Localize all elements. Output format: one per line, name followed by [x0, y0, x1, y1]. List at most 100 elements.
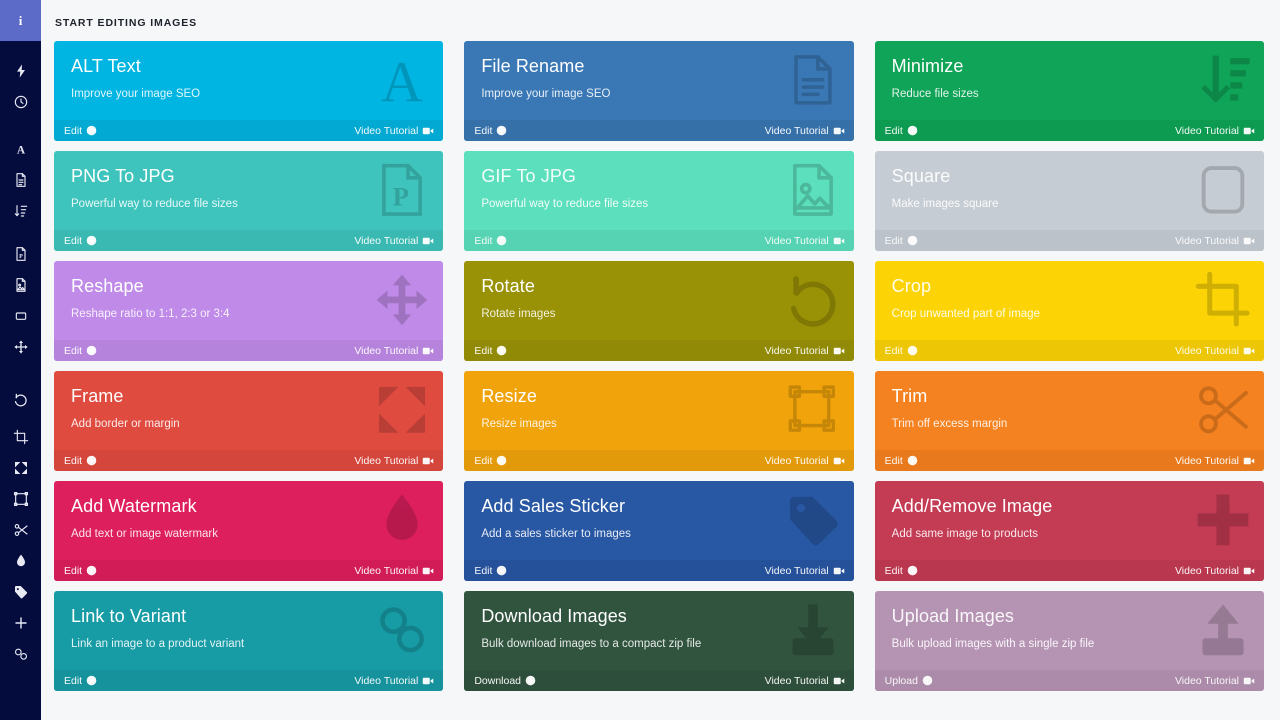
tool-card-add-watermark[interactable]: Add WatermarkAdd text or image watermark… [54, 481, 443, 581]
sidebar-item-bolt[interactable] [0, 55, 41, 86]
arrow-circle-icon [86, 455, 97, 466]
card-action-link[interactable]: Edit [64, 675, 97, 687]
card-action-label: Edit [474, 235, 492, 247]
sidebar-item-crop[interactable] [0, 421, 41, 452]
tool-card-link-to-variant[interactable]: Link to VariantLink an image to a produc… [54, 591, 443, 691]
card-tutorial-link[interactable]: Video Tutorial [765, 675, 845, 687]
card-tutorial-link[interactable]: Video Tutorial [1175, 675, 1255, 687]
sidebar-item-png-to-jpg[interactable]: P [0, 238, 41, 269]
tool-card-gif-to-jpg[interactable]: GIF To JPGPowerful way to reduce file si… [464, 151, 853, 251]
card-action-label: Edit [885, 125, 903, 137]
card-tutorial-link[interactable]: Video Tutorial [354, 565, 434, 577]
tool-card-alt-text[interactable]: AALT TextImprove your image SEOEditVideo… [54, 41, 443, 141]
tool-card-minimize[interactable]: MinimizeReduce file sizesEditVideo Tutor… [875, 41, 1264, 141]
card-subtitle: Improve your image SEO [71, 88, 427, 102]
card-tutorial-link[interactable]: Video Tutorial [1175, 235, 1255, 247]
square-icon [13, 308, 29, 324]
arrow-circle-icon [86, 235, 97, 246]
sidebar-item-clock[interactable] [0, 86, 41, 117]
card-tutorial-link[interactable]: Video Tutorial [1175, 345, 1255, 357]
card-action-link[interactable]: Edit [474, 455, 507, 467]
tool-card-add-remove-image[interactable]: Add/Remove ImageAdd same image to produc… [875, 481, 1264, 581]
tool-card-add-sales-sticker[interactable]: Add Sales StickerAdd a sales sticker to … [464, 481, 853, 581]
card-title: Trim [892, 387, 1248, 407]
sidebar-item-square[interactable] [0, 300, 41, 331]
card-action-link[interactable]: Download [474, 675, 536, 687]
sidebar-item-minimize[interactable] [0, 195, 41, 226]
sidebar-item-gif-to-jpg[interactable] [0, 269, 41, 300]
card-title: Add/Remove Image [892, 497, 1248, 517]
card-action-link[interactable]: Edit [885, 125, 918, 137]
tool-card-file-rename[interactable]: File RenameImprove your image SEOEditVid… [464, 41, 853, 141]
card-subtitle: Crop unwanted part of image [892, 308, 1248, 322]
card-body: FrameAdd border or margin [54, 371, 443, 450]
card-footer: Upload Video Tutorial [875, 670, 1264, 691]
sidebar-brand-button[interactable]: i [0, 0, 41, 41]
card-tutorial-link[interactable]: Video Tutorial [765, 345, 845, 357]
sidebar-item-resize[interactable] [0, 483, 41, 514]
card-title: Link to Variant [71, 607, 427, 627]
card-tutorial-link[interactable]: Video Tutorial [1175, 125, 1255, 137]
tool-card-download-images[interactable]: Download ImagesBulk download images to a… [464, 591, 853, 691]
card-action-link[interactable]: Edit [885, 455, 918, 467]
tool-card-upload-images[interactable]: Upload ImagesBulk upload images with a s… [875, 591, 1264, 691]
minimize-icon [13, 203, 29, 219]
video-camera-icon [833, 675, 845, 687]
card-action-link[interactable]: Edit [64, 455, 97, 467]
gif-to-jpg-icon [13, 277, 29, 293]
tool-card-png-to-jpg[interactable]: PPNG To JPGPowerful way to reduce file s… [54, 151, 443, 251]
card-tutorial-label: Video Tutorial [765, 675, 829, 687]
card-action-link[interactable]: Edit [885, 345, 918, 357]
tool-card-crop[interactable]: CropCrop unwanted part of imageEditVideo… [875, 261, 1264, 361]
card-tutorial-link[interactable]: Video Tutorial [765, 235, 845, 247]
card-tutorial-link[interactable]: Video Tutorial [765, 455, 845, 467]
sidebar-item-trim-scissors[interactable] [0, 514, 41, 545]
card-action-link[interactable]: Edit [64, 565, 97, 577]
card-action-label: Upload [885, 675, 918, 687]
sidebar-item-file-rename[interactable] [0, 164, 41, 195]
card-tutorial-link[interactable]: Video Tutorial [1175, 565, 1255, 577]
arrow-circle-icon [496, 345, 507, 356]
card-tutorial-label: Video Tutorial [354, 345, 418, 357]
card-action-link[interactable]: Edit [885, 235, 918, 247]
card-tutorial-link[interactable]: Video Tutorial [354, 235, 434, 247]
card-subtitle: Powerful way to reduce file sizes [71, 198, 427, 212]
trim-scissors-icon [13, 522, 29, 538]
sidebar-item-plus[interactable] [0, 607, 41, 638]
card-footer: Edit Video Tutorial [464, 450, 853, 471]
card-tutorial-link[interactable]: Video Tutorial [765, 125, 845, 137]
card-tutorial-link[interactable]: Video Tutorial [354, 455, 434, 467]
tool-card-square[interactable]: SquareMake images squareEditVideo Tutori… [875, 151, 1264, 251]
card-tutorial-link[interactable]: Video Tutorial [765, 565, 845, 577]
sidebar-item-watermark-drop[interactable] [0, 545, 41, 576]
card-action-link[interactable]: Edit [64, 235, 97, 247]
sidebar-item-sales-tag[interactable] [0, 576, 41, 607]
sidebar-item-rotate[interactable] [0, 384, 41, 415]
card-action-link[interactable]: Edit [64, 345, 97, 357]
card-action-link[interactable]: Edit [474, 235, 507, 247]
card-tutorial-label: Video Tutorial [765, 565, 829, 577]
card-action-link[interactable]: Edit [474, 125, 507, 137]
tool-card-resize[interactable]: ResizeResize imagesEditVideo Tutorial [464, 371, 853, 471]
card-body: ReshapeReshape ratio to 1:1, 2:3 or 3:4 [54, 261, 443, 340]
card-action-link[interactable]: Edit [64, 125, 97, 137]
card-action-link[interactable]: Edit [474, 565, 507, 577]
sidebar-item-frame[interactable] [0, 452, 41, 483]
sidebar-item-link[interactable] [0, 638, 41, 669]
card-subtitle: Trim off excess margin [892, 418, 1248, 432]
card-tutorial-link[interactable]: Video Tutorial [354, 345, 434, 357]
tool-card-trim[interactable]: Trim Trim off excess margin Edit Video Tuto… [875, 371, 1264, 471]
sidebar-item-alt-text[interactable]: A [0, 133, 41, 164]
card-title: Minimize [892, 57, 1248, 77]
tool-card-frame[interactable]: FrameAdd border or margin Edit Video Tutor… [54, 371, 443, 471]
sidebar-item-reshape[interactable] [0, 331, 41, 362]
card-tutorial-link[interactable]: Video Tutorial [354, 125, 434, 137]
card-tutorial-link[interactable]: Video Tutorial [1175, 455, 1255, 467]
card-action-link[interactable]: Edit [474, 345, 507, 357]
card-tutorial-link[interactable]: Video Tutorial [354, 675, 434, 687]
tool-card-rotate[interactable]: RotateRotate imagesEditVideo Tutorial [464, 261, 853, 361]
arrow-circle-icon [496, 125, 507, 136]
tool-card-reshape[interactable]: ReshapeReshape ratio to 1:1, 2:3 or 3:4 E… [54, 261, 443, 361]
card-action-link[interactable]: Edit [885, 565, 918, 577]
card-action-link[interactable]: Upload [885, 675, 933, 687]
